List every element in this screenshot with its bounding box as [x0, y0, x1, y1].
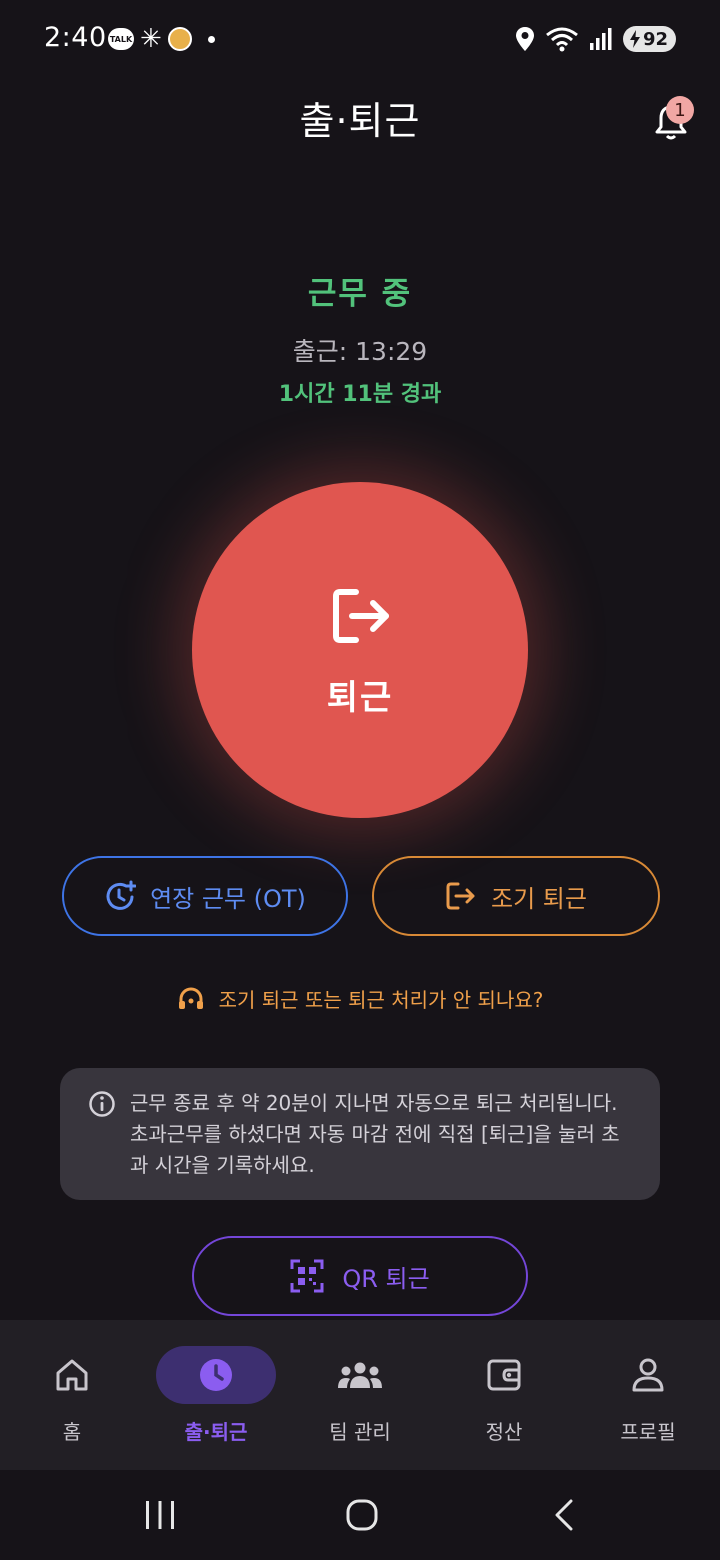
info-line-2: 초과근무를 하셨다면 자동 마감 전에 직접 [퇴근]을 눌러 초: [130, 1122, 620, 1146]
page-title: 출·퇴근: [299, 99, 421, 143]
info-line-3: 과 시간을 기록하세요.: [130, 1153, 315, 1177]
nav-label-attendance: 출·퇴근: [184, 1420, 248, 1444]
nav-label-home: 홈: [62, 1420, 82, 1444]
app-notification-icon: [167, 27, 192, 51]
auto-clockout-info-card: 근무 종료 후 약 20분이 지나면 자동으로 퇴근 처리됩니다. 초과근무를 …: [60, 1068, 660, 1200]
recent-apps-icon: [146, 1501, 174, 1529]
kakaotalk-icon: TALK: [108, 28, 134, 50]
nav-item-attendance[interactable]: 출·퇴근: [144, 1320, 288, 1470]
wallet-icon: [487, 1359, 521, 1391]
app-header: 출·퇴근 1: [0, 86, 720, 146]
clock-out-button[interactable]: 퇴근: [192, 482, 528, 818]
more-notifications-dot-icon: [207, 35, 215, 43]
exit-icon: [446, 882, 475, 910]
location-icon: [515, 27, 534, 51]
nav-item-profile[interactable]: 프로필: [576, 1320, 720, 1470]
qr-clock-out-button[interactable]: QR 퇴근: [192, 1236, 528, 1316]
battery-indicator: 92: [622, 26, 676, 52]
help-link-label: 조기 퇴근 또는 퇴근 처리가 안 되나요?: [218, 988, 544, 1012]
asterisk-icon: ✳: [140, 24, 162, 54]
recent-apps-button[interactable]: [130, 1492, 190, 1538]
info-icon: [89, 1091, 115, 1117]
nav-label-team: 팀 관리: [329, 1420, 391, 1444]
clock-plus-icon: [106, 880, 137, 910]
signal-icon: [589, 28, 612, 50]
nav-item-settlement[interactable]: 정산: [432, 1320, 576, 1470]
clock-icon: [200, 1359, 232, 1391]
back-button[interactable]: [534, 1492, 594, 1538]
work-status-text: 근무 중: [307, 276, 413, 312]
wifi-icon: [546, 27, 578, 52]
overtime-button[interactable]: 연장 근무 (OT): [62, 856, 348, 936]
system-navigation-bar: [0, 1470, 720, 1560]
home-circle-icon: [346, 1499, 378, 1531]
notification-icons: TALK ✳: [108, 26, 215, 52]
nav-item-home[interactable]: 홈: [0, 1320, 144, 1470]
exit-arrow-icon: [333, 588, 389, 643]
profile-icon: [632, 1358, 664, 1392]
home-system-button[interactable]: [332, 1492, 392, 1538]
home-icon: [56, 1359, 88, 1391]
clock-in-time: 출근: 13:29: [292, 337, 428, 366]
nav-item-team[interactable]: 팀 관리: [288, 1320, 432, 1470]
notification-button[interactable]: 1: [654, 96, 694, 142]
system-icons: 92: [515, 26, 676, 52]
team-icon: [338, 1362, 382, 1388]
help-link[interactable]: 조기 퇴근 또는 퇴근 처리가 안 되나요?: [0, 984, 720, 1013]
battery-level: 92: [642, 28, 668, 50]
elapsed-time: 1시간 11분 경과: [278, 382, 442, 407]
clock-out-label: 퇴근: [326, 677, 394, 718]
early-leave-label: 조기 퇴근: [491, 884, 587, 913]
headset-icon: [178, 987, 203, 1009]
info-text: 근무 종료 후 약 20분이 지나면 자동으로 퇴근 처리됩니다. 초과근무를 …: [130, 1088, 634, 1181]
nav-label-settlement: 정산: [485, 1420, 523, 1444]
qr-code-icon: [290, 1259, 324, 1293]
screen: 2:40 TALK ✳ 92 출·퇴근 1 근무 중 출근: 13:29 1시간…: [0, 0, 720, 1560]
back-chevron-icon: [555, 1499, 573, 1531]
info-line-1: 근무 종료 후 약 20분이 지나면 자동으로 퇴근 처리됩니다.: [130, 1091, 618, 1115]
early-leave-button[interactable]: 조기 퇴근: [372, 856, 660, 936]
charging-icon: [629, 30, 640, 48]
bottom-navigation: 홈 출·퇴근 팀 관리 정산 프로필: [0, 1320, 720, 1470]
status-bar: 2:40 TALK ✳ 92: [0, 0, 720, 80]
overtime-label: 연장 근무 (OT): [150, 884, 306, 913]
status-time: 2:40: [44, 22, 107, 53]
nav-label-profile: 프로필: [620, 1420, 676, 1444]
talk-label: TALK: [109, 34, 133, 44]
notification-badge: 1: [666, 96, 694, 124]
qr-clock-out-label: QR 퇴근: [342, 1264, 430, 1293]
